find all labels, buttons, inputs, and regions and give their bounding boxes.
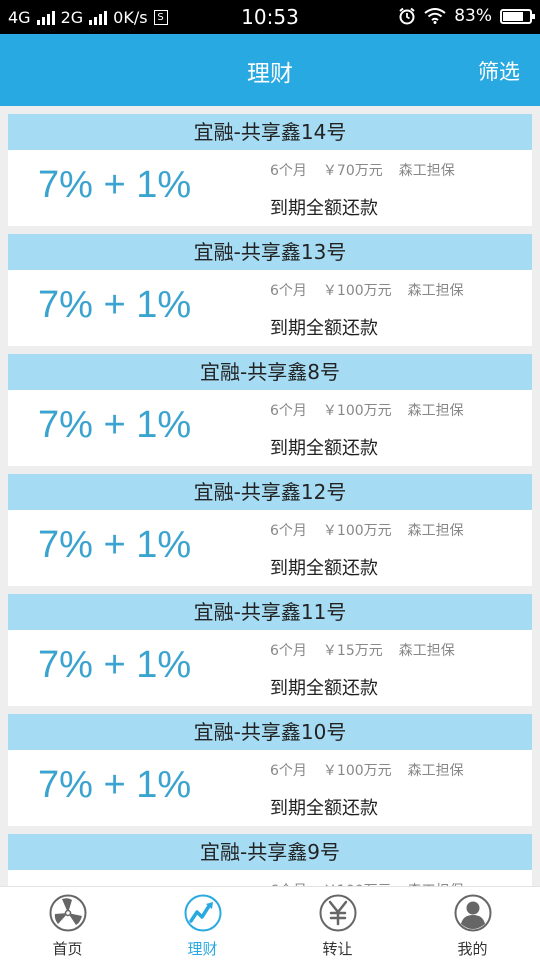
- tab-finance[interactable]: 理财: [135, 887, 270, 961]
- tab-profile[interactable]: 我的: [405, 887, 540, 961]
- product-details: 7% + 1% 6个月 ￥70万元 森工担保到期全额还款: [8, 150, 532, 226]
- term-label: 6个月: [270, 163, 307, 179]
- status-bar: 4G 2G 0K/s S 10:53 83%: [0, 0, 540, 34]
- product-card[interactable]: 宜融-共享鑫9号7% + 1%6个月￥100万元森工担保到期全额还款: [8, 834, 532, 886]
- product-meta: 6个月 ￥100万元森工担保: [270, 400, 464, 420]
- profile-icon: [454, 894, 492, 932]
- amount-label: ￥100万元: [322, 403, 392, 419]
- product-name: 宜融-共享鑫12号: [8, 474, 532, 510]
- product-card[interactable]: 宜融-共享鑫11号 7% + 1% 6个月 ￥15万元 森工担保到期全额还款: [8, 594, 532, 706]
- term-label: 6个月: [270, 643, 307, 659]
- system-icons: 83%: [398, 6, 535, 26]
- product-name: 宜融-共享鑫11号: [8, 594, 532, 630]
- product-meta: 6个月 ￥15万元 森工担保: [270, 640, 455, 660]
- product-name: 宜融-共享鑫13号: [8, 234, 532, 270]
- tab-profile-label: 我的: [457, 940, 488, 958]
- battery-level: [503, 11, 523, 21]
- alarm-icon: [399, 7, 415, 25]
- guarantee-label: 森工担保: [407, 403, 464, 419]
- product-name: 宜融-共享鑫10号: [8, 714, 532, 750]
- finance-chart-icon: [184, 894, 222, 932]
- interest-rate: 7% + 1%: [38, 284, 192, 326]
- product-details: 7% + 1%6个月￥100万元森工担保到期全额还款: [8, 870, 532, 886]
- product-details: 7% + 1% 6个月 ￥100万元森工担保到期全额还款: [8, 390, 532, 466]
- guarantee-label: 森工担保: [407, 523, 464, 539]
- page-title: 理财: [247, 61, 293, 87]
- product-name: 宜融-共享鑫8号: [8, 354, 532, 390]
- product-details: 7% + 1% 6个月 ￥100万元森工担保到期全额还款: [8, 750, 532, 826]
- product-details: 7% + 1% 6个月 ￥15万元 森工担保到期全额还款: [8, 630, 532, 706]
- bottom-tab-bar: 首页 理财 转让 我的: [0, 886, 540, 961]
- tab-finance-label: 理财: [187, 940, 218, 958]
- yuan-transfer-icon: [319, 894, 357, 932]
- guarantee-label: 森工担保: [398, 643, 455, 659]
- term-label: 6个月: [270, 403, 307, 419]
- tab-home[interactable]: 首页: [0, 887, 135, 961]
- product-card[interactable]: 宜融-共享鑫14号 7% + 1% 6个月 ￥70万元 森工担保到期全额还款: [8, 114, 532, 226]
- repayment-method: 到期全额还款: [270, 438, 378, 459]
- interest-rate: 7% + 1%: [38, 764, 192, 806]
- interest-rate: 7% + 1%: [38, 644, 192, 686]
- product-name: 宜融-共享鑫9号: [8, 834, 532, 870]
- battery-icon: [500, 8, 535, 24]
- product-meta: 6个月 ￥70万元 森工担保: [270, 160, 455, 180]
- product-details: 7% + 1% 6个月 ￥100万元森工担保到期全额还款: [8, 510, 532, 586]
- term-label: 6个月: [270, 763, 307, 779]
- guarantee-label: 森工担保: [398, 163, 455, 179]
- product-details: 7% + 1% 6个月 ￥100万元森工担保到期全额还款: [8, 270, 532, 346]
- interest-rate: 7% + 1%: [38, 164, 192, 206]
- repayment-method: 到期全额还款: [270, 558, 378, 579]
- amount-label: ￥15万元: [322, 643, 383, 659]
- amount-label: ￥100万元: [322, 763, 392, 779]
- repayment-method: 到期全额还款: [270, 798, 378, 819]
- term-label: 6个月: [270, 283, 307, 299]
- product-card[interactable]: 宜融-共享鑫8号 7% + 1% 6个月 ￥100万元 森工担保到期全额还款: [8, 354, 532, 466]
- interest-rate: 7% + 1%: [38, 524, 192, 566]
- repayment-method: 到期全额还款: [270, 198, 378, 219]
- tab-transfer[interactable]: 转让: [270, 887, 405, 961]
- tab-transfer-label: 转让: [322, 940, 353, 958]
- repayment-method: 到期全额还款: [270, 678, 378, 699]
- product-meta: 6个月 ￥100万元森工担保: [270, 760, 464, 780]
- battery-percent: 83%: [454, 6, 492, 26]
- home-fan-icon: [49, 894, 87, 932]
- repayment-method: 到期全额还款: [270, 318, 378, 339]
- product-name: 宜融-共享鑫14号: [8, 114, 532, 150]
- product-card[interactable]: 宜融-共享鑫13号 7% + 1% 6个月 ￥100万元 森工担保到期全额还款: [8, 234, 532, 346]
- product-card[interactable]: 宜融-共享鑫10号 7% + 1% 6个月 ￥100万元 森工担保到期全额还款: [8, 714, 532, 826]
- app-header: 理财 筛选: [0, 34, 540, 106]
- amount-label: ￥100万元: [322, 523, 392, 539]
- product-card[interactable]: 宜融-共享鑫12号 7% + 1% 6个月 ￥100万元 森工担保到期全额还款: [8, 474, 532, 586]
- term-label: 6个月: [270, 523, 307, 539]
- filter-button[interactable]: 筛选: [478, 56, 520, 86]
- interest-rate: 7% + 1%: [38, 404, 192, 446]
- amount-label: ￥70万元: [322, 163, 383, 179]
- guarantee-label: 森工担保: [407, 763, 464, 779]
- product-meta: 6个月 ￥100万元森工担保: [270, 280, 464, 300]
- guarantee-label: 森工担保: [407, 283, 464, 299]
- product-meta: 6个月 ￥100万元森工担保: [270, 520, 464, 540]
- tab-home-label: 首页: [52, 940, 83, 958]
- wifi-icon: [424, 8, 446, 24]
- product-list[interactable]: 宜融-共享鑫14号 7% + 1% 6个月 ￥70万元 森工担保 到期全额还款 宜融-共享鑫…: [0, 106, 540, 886]
- amount-label: ￥100万元: [322, 283, 392, 299]
